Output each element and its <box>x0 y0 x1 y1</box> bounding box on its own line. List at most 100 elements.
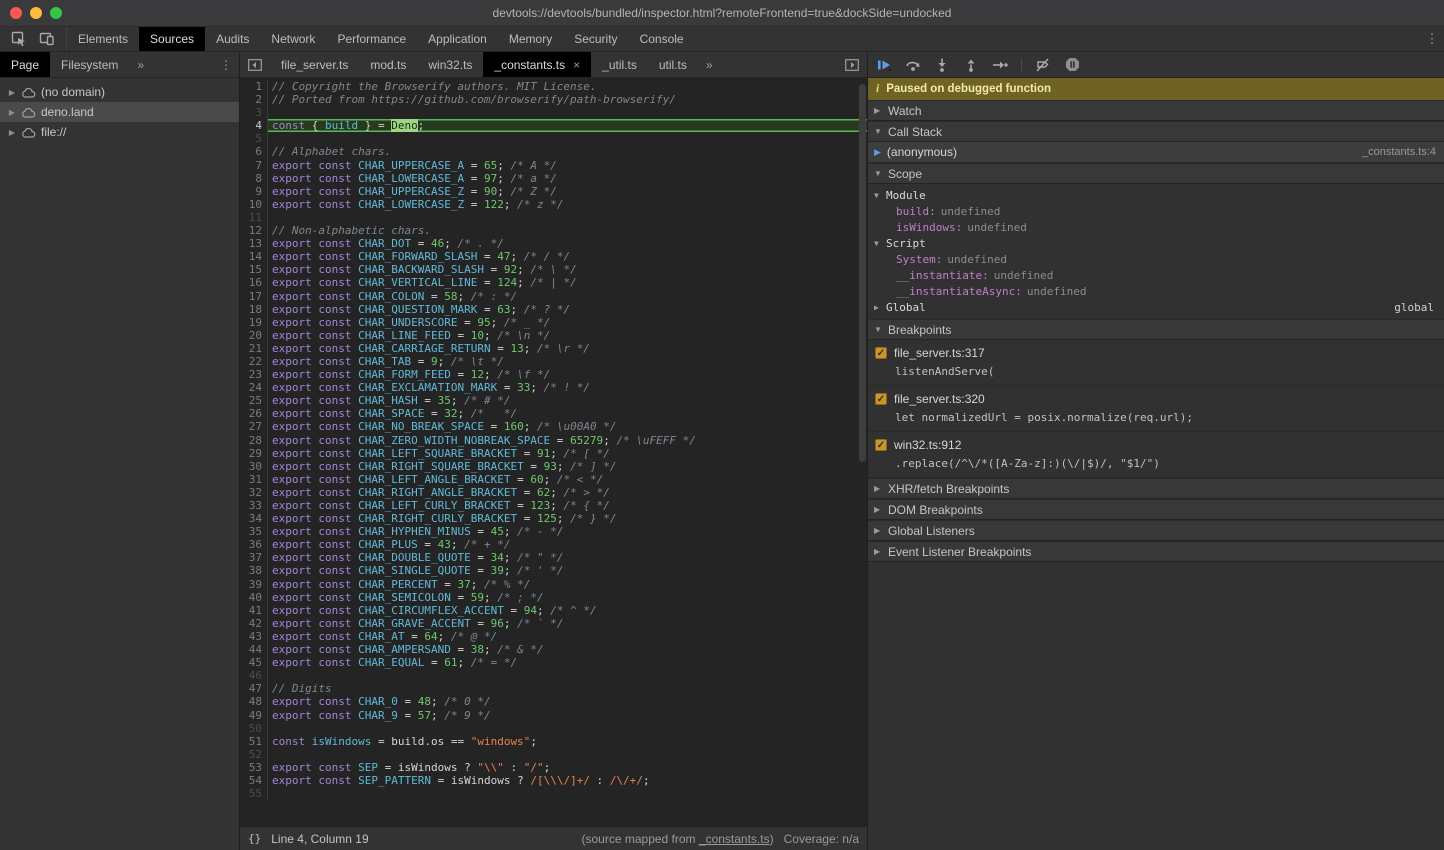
line-number[interactable]: 43 <box>240 630 268 643</box>
line-number[interactable]: 26 <box>240 407 268 420</box>
inspect-element-icon[interactable] <box>8 30 30 48</box>
line-number[interactable]: 28 <box>240 434 268 447</box>
breakpoint-entry[interactable]: ✓file_server.ts:317listenAndServe( <box>868 340 1444 386</box>
line-number[interactable]: 5 <box>240 132 268 145</box>
editor-scrollbar[interactable] <box>859 84 866 462</box>
line-number[interactable]: 9 <box>240 185 268 198</box>
pretty-print-button[interactable]: {} <box>248 832 261 845</box>
section-xhr-fetch-breakpoints[interactable]: ▶XHR/fetch Breakpoints <box>868 478 1444 499</box>
code-line-content[interactable]: export const CHAR_FORM_FEED = 12; /* \f … <box>268 368 867 381</box>
main-tab-application[interactable]: Application <box>417 27 498 51</box>
line-number[interactable]: 25 <box>240 394 268 407</box>
code-line-content[interactable]: export const CHAR_LOWERCASE_Z = 122; /* … <box>268 198 867 211</box>
line-number[interactable]: 41 <box>240 604 268 617</box>
device-toolbar-icon[interactable] <box>36 30 58 48</box>
code-line-content[interactable]: export const CHAR_PLUS = 43; /* + */ <box>268 538 867 551</box>
navigator-more-tabs-icon[interactable]: » <box>129 52 152 77</box>
resume-script-icon[interactable] <box>876 57 892 73</box>
section-global-listeners[interactable]: ▶Global Listeners <box>868 520 1444 541</box>
code-line-content[interactable]: export const CHAR_AMPERSAND = 38; /* & *… <box>268 643 867 656</box>
code-line-content[interactable]: export const CHAR_EXCLAMATION_MARK = 33;… <box>268 381 867 394</box>
section-call-stack[interactable]: ▼ Call Stack <box>868 121 1444 142</box>
source-tab-util-ts[interactable]: _util.ts <box>591 52 648 77</box>
code-line-content[interactable]: export const CHAR_9 = 57; /* 9 */ <box>268 709 867 722</box>
breakpoint-checkbox[interactable]: ✓ <box>875 439 887 451</box>
code-line-content[interactable]: export const CHAR_EQUAL = 61; /* = */ <box>268 656 867 669</box>
breakpoint-entry[interactable]: ✓file_server.ts:320let normalizedUrl = p… <box>868 386 1444 432</box>
breakpoint-checkbox[interactable]: ✓ <box>875 347 887 359</box>
code-line-content[interactable]: export const CHAR_RIGHT_ANGLE_BRACKET = … <box>268 486 867 499</box>
code-line-content[interactable]: const isWindows = build.os == "windows"; <box>268 735 867 748</box>
main-tab-memory[interactable]: Memory <box>498 27 563 51</box>
tree-item-file[interactable]: ▶file:// <box>0 122 239 142</box>
line-number[interactable]: 15 <box>240 263 268 276</box>
code-line-content[interactable] <box>268 211 867 224</box>
scope-section-global[interactable]: ▶Globalglobal <box>868 299 1444 315</box>
line-number[interactable]: 30 <box>240 460 268 473</box>
line-number[interactable]: 6 <box>240 145 268 158</box>
line-number[interactable]: 16 <box>240 276 268 289</box>
main-tab-security[interactable]: Security <box>563 27 628 51</box>
line-number[interactable]: 33 <box>240 499 268 512</box>
breakpoint-checkbox[interactable]: ✓ <box>875 393 887 405</box>
tab-page[interactable]: Page <box>0 52 50 77</box>
main-tab-performance[interactable]: Performance <box>326 27 417 51</box>
code-line-content[interactable]: export const CHAR_LINE_FEED = 10; /* \n … <box>268 329 867 342</box>
line-number[interactable]: 48 <box>240 695 268 708</box>
code-line-content[interactable]: export const CHAR_SINGLE_QUOTE = 39; /* … <box>268 564 867 577</box>
deactivate-breakpoints-icon[interactable] <box>1035 57 1051 73</box>
scope-section-module[interactable]: ▼Module <box>868 187 1444 203</box>
code-line-content[interactable]: export const CHAR_RIGHT_SQUARE_BRACKET =… <box>268 460 867 473</box>
code-line-content[interactable]: export const CHAR_DOT = 46; /* . */ <box>268 237 867 250</box>
line-number[interactable]: 23 <box>240 368 268 381</box>
code-line-content[interactable]: export const SEP_PATTERN = isWindows ? /… <box>268 774 867 787</box>
step-out-icon[interactable] <box>963 57 979 73</box>
code-line-content[interactable]: export const CHAR_DOUBLE_QUOTE = 34; /* … <box>268 551 867 564</box>
code-line-content[interactable]: export const CHAR_PERCENT = 37; /* % */ <box>268 578 867 591</box>
code-line-content[interactable]: export const CHAR_QUESTION_MARK = 63; /*… <box>268 303 867 316</box>
step-over-icon[interactable] <box>905 57 921 73</box>
source-editor[interactable]: 1// Copyright the Browserify authors. MI… <box>240 78 867 826</box>
code-line-content[interactable]: export const CHAR_BACKWARD_SLASH = 92; /… <box>268 263 867 276</box>
code-line-content[interactable]: export const CHAR_FORWARD_SLASH = 47; /*… <box>268 250 867 263</box>
code-line-content[interactable]: export const CHAR_TAB = 9; /* \t */ <box>268 355 867 368</box>
line-number[interactable]: 10 <box>240 198 268 211</box>
code-line-content[interactable]: // Digits <box>268 682 867 695</box>
section-dom-breakpoints[interactable]: ▶DOM Breakpoints <box>868 499 1444 520</box>
code-line-content[interactable]: export const SEP = isWindows ? "\\" : "/… <box>268 761 867 774</box>
line-number[interactable]: 52 <box>240 748 268 761</box>
navigator-menu-icon[interactable]: ⋮ <box>213 52 239 77</box>
code-line-content[interactable]: export const CHAR_VERTICAL_LINE = 124; /… <box>268 276 867 289</box>
line-number[interactable]: 12 <box>240 224 268 237</box>
tab-filesystem[interactable]: Filesystem <box>50 52 129 77</box>
code-line-content[interactable]: export const CHAR_HYPHEN_MINUS = 45; /* … <box>268 525 867 538</box>
code-line-content[interactable]: export const CHAR_CIRCUMFLEX_ACCENT = 94… <box>268 604 867 617</box>
line-number[interactable]: 29 <box>240 447 268 460</box>
line-number[interactable]: 21 <box>240 342 268 355</box>
minimize-window-button[interactable] <box>30 7 42 19</box>
line-number[interactable]: 18 <box>240 303 268 316</box>
collapse-navigator-icon[interactable] <box>240 52 270 77</box>
step-into-icon[interactable] <box>934 57 950 73</box>
code-line-content[interactable]: export const CHAR_UPPERCASE_Z = 90; /* Z… <box>268 185 867 198</box>
source-tab-util-ts[interactable]: util.ts <box>648 52 698 77</box>
code-line-content[interactable]: // Ported from https://github.com/browse… <box>268 93 867 106</box>
devtools-menu-icon[interactable]: ⋮ <box>1420 27 1444 51</box>
line-number[interactable]: 36 <box>240 538 268 551</box>
code-line-content[interactable]: export const CHAR_NO_BREAK_SPACE = 160; … <box>268 420 867 433</box>
section-watch[interactable]: ▶ Watch <box>868 100 1444 121</box>
line-number[interactable]: 37 <box>240 551 268 564</box>
line-number[interactable]: 47 <box>240 682 268 695</box>
code-line-content[interactable]: export const CHAR_GRAVE_ACCENT = 96; /* … <box>268 617 867 630</box>
line-number[interactable]: 40 <box>240 591 268 604</box>
main-tab-sources[interactable]: Sources <box>139 27 205 51</box>
line-number[interactable]: 3 <box>240 106 268 119</box>
code-line-content[interactable] <box>268 722 867 735</box>
code-line-content[interactable]: export const CHAR_LEFT_ANGLE_BRACKET = 6… <box>268 473 867 486</box>
line-number[interactable]: 11 <box>240 211 268 224</box>
line-number[interactable]: 1 <box>240 80 268 93</box>
line-number[interactable]: 24 <box>240 381 268 394</box>
code-line-content[interactable] <box>268 106 867 119</box>
source-tab-mod-ts[interactable]: mod.ts <box>359 52 417 77</box>
line-number[interactable]: 42 <box>240 617 268 630</box>
